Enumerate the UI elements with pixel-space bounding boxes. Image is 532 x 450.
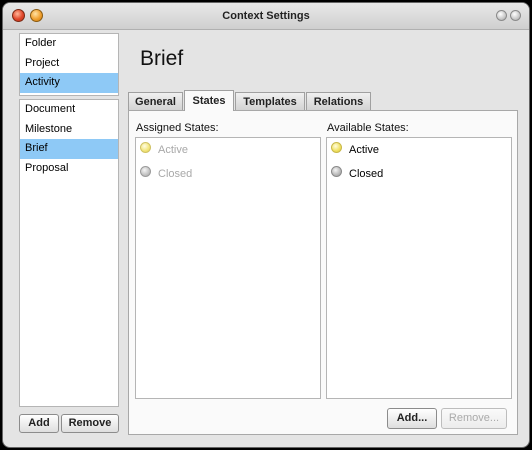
list-item-activity[interactable]: Activity <box>20 73 118 93</box>
window-title: Context Settings <box>222 10 310 22</box>
add-state-button[interactable]: Add... <box>387 408 437 429</box>
tab-templates[interactable]: Templates <box>235 92 305 110</box>
tab-states[interactable]: States <box>184 90 234 111</box>
context-type-list: Folder Project Activity <box>19 33 119 96</box>
list-item-proposal[interactable]: Proposal <box>20 159 118 179</box>
list-item-project[interactable]: Project <box>20 54 118 74</box>
assigned-states-label: Assigned States: <box>136 122 219 134</box>
list-item-folder[interactable]: Folder <box>20 34 118 54</box>
page-title: Brief <box>140 47 184 70</box>
list-item-brief[interactable]: Brief <box>20 139 118 159</box>
list-item-document[interactable]: Document <box>20 100 118 120</box>
toolbar-toggle-icon[interactable] <box>510 10 521 21</box>
settings-window: Context Settings Folder Project Activity… <box>2 2 530 448</box>
yellow-state-icon <box>140 142 151 153</box>
state-label: Closed <box>158 168 193 180</box>
state-label: Active <box>349 144 379 156</box>
state-label: Active <box>158 144 188 156</box>
remove-context-button[interactable]: Remove <box>61 414 119 433</box>
available-state-active[interactable]: Active <box>327 138 511 162</box>
available-state-closed[interactable]: Closed <box>327 162 511 186</box>
assigned-state-active[interactable]: Active <box>136 138 320 162</box>
gray-state-icon <box>331 166 342 177</box>
tab-relations[interactable]: Relations <box>306 92 371 110</box>
state-label: Closed <box>349 168 384 180</box>
list-item-milestone[interactable]: Milestone <box>20 120 118 140</box>
yellow-state-icon <box>331 142 342 153</box>
add-context-button[interactable]: Add <box>19 414 59 433</box>
gray-state-icon <box>140 166 151 177</box>
assigned-state-closed[interactable]: Closed <box>136 162 320 186</box>
tab-general[interactable]: General <box>128 92 183 110</box>
zoom-window-icon[interactable] <box>496 10 507 21</box>
available-states-label: Available States: <box>327 122 409 134</box>
assigned-states-list: Active Closed <box>135 137 321 399</box>
context-list: Document Milestone Brief Proposal <box>19 99 119 407</box>
states-panel: Assigned States: Available States: Activ… <box>128 110 518 435</box>
remove-state-button[interactable]: Remove... <box>441 408 507 429</box>
title-bar[interactable]: Context Settings <box>3 3 529 30</box>
available-states-list: Active Closed <box>326 137 512 399</box>
